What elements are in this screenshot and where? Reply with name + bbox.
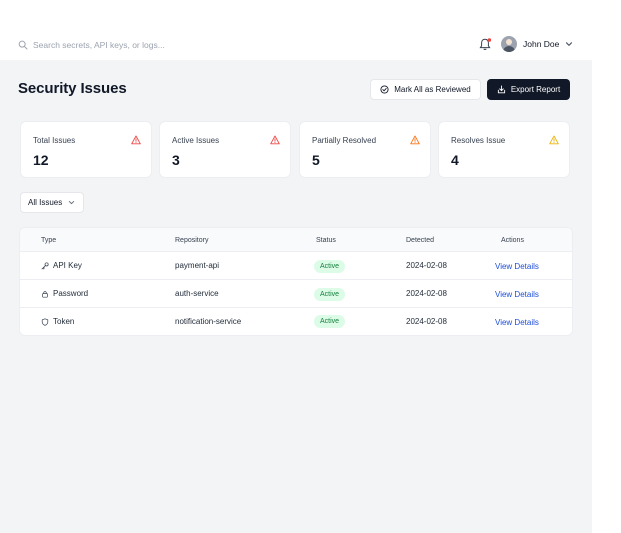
repository-cell: payment-api [175,261,220,270]
top-bar: John Doe [0,0,592,60]
type-label: API Key [53,261,82,270]
warning-triangle-icon [270,135,280,145]
issues-filter-dropdown[interactable]: All Issues [20,192,84,213]
stat-card-active-issues: Active Issues 3 [159,121,291,178]
stat-card-resolves-issue: Resolves Issue 4 [438,121,570,178]
column-header-detected: Detected [406,237,435,244]
type-cell: Password [41,289,88,298]
bell-icon[interactable] [479,38,491,51]
table-header: Type Repository Status Detected Actions [20,228,572,252]
download-icon [497,85,505,94]
table-row: Token notification-service Active 2024-0… [20,308,572,335]
stat-value: 4 [451,152,459,168]
column-header-status: Status [316,237,336,244]
detected-cell: 2024-02-08 [406,289,447,298]
filter-selected-value: All Issues [28,198,63,207]
user-name: John Doe [523,39,560,49]
repository-cell: auth-service [175,289,219,298]
status-badge: Active [314,288,346,301]
lock-icon [42,290,48,298]
page-title: Security Issues [18,80,127,97]
export-report-label: Export Report [510,85,561,94]
type-label: Password [53,289,89,298]
chevron-down-icon [566,42,573,46]
user-menu[interactable]: John Doe [501,36,573,52]
search-icon [18,40,28,50]
export-report-button[interactable]: Export Report [487,79,570,100]
type-label: Token [53,317,75,326]
view-details-link[interactable]: View Details [495,290,539,299]
table-row: API Key payment-api Active 2024-02-08 Vi… [20,252,572,280]
status-badge: Active [314,260,346,273]
table-row: Password auth-service Active 2024-02-08 … [20,280,572,308]
issues-table: Type Repository Status Detected Actions … [19,227,573,336]
search-bar[interactable] [18,38,273,52]
type-cell: Token [41,317,74,326]
detected-cell: 2024-02-08 [406,261,447,270]
shield-icon [41,317,49,326]
warning-triangle-icon [131,135,141,145]
status-badge: Active [314,315,346,328]
avatar [501,36,517,52]
stat-label: Total Issues [33,136,76,145]
stat-label: Partially Resolved [312,136,377,145]
mark-all-reviewed-label: Mark All as Reviewed [394,85,471,94]
stat-label: Active Issues [172,136,220,145]
search-input[interactable] [33,40,273,50]
stat-card-total-issues: Total Issues 12 [20,121,152,178]
stat-label: Resolves Issue [451,136,506,145]
repository-cell: notification-service [175,317,242,326]
view-details-link[interactable]: View Details [495,318,539,327]
view-details-link[interactable]: View Details [495,262,539,271]
check-circle-icon [380,85,389,94]
column-header-type: Type [41,237,57,244]
column-header-repository: Repository [175,237,209,244]
app-shell: John Doe Security Issues Mark All as Rev… [0,0,592,533]
mark-all-reviewed-button[interactable]: Mark All as Reviewed [370,79,481,100]
chevron-down-icon [69,200,75,205]
stat-value: 12 [33,152,49,168]
warning-triangle-icon [549,135,559,145]
stat-value: 5 [312,152,320,168]
stat-card-partially-resolved: Partially Resolved 5 [299,121,431,178]
warning-triangle-icon [410,135,420,145]
stat-value: 3 [172,152,180,168]
detected-cell: 2024-02-08 [406,317,447,326]
type-cell: API Key [41,261,82,270]
column-header-actions: Actions [501,237,524,244]
key-icon [41,261,49,269]
